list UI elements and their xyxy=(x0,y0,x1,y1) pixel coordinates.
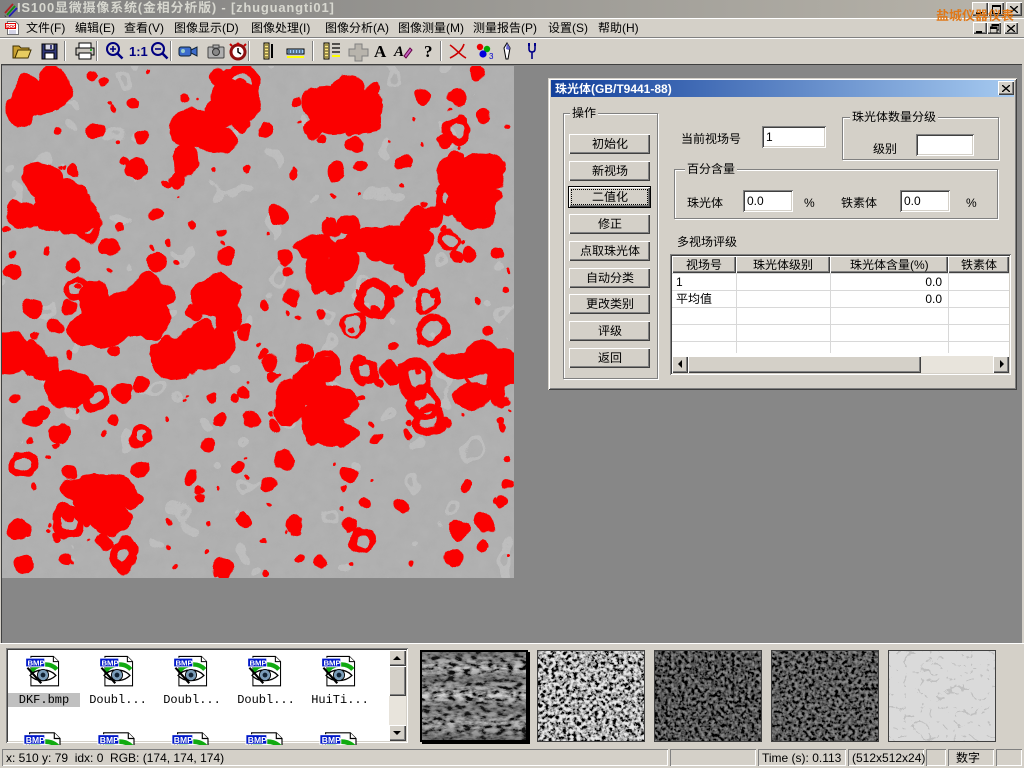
svg-text:(D): (D) xyxy=(222,21,239,35)
svg-text:BMP: BMP xyxy=(101,659,118,668)
svg-text:(I): (I) xyxy=(299,21,310,35)
svg-text:(F): (F) xyxy=(50,21,65,35)
svg-text:(E): (E) xyxy=(99,21,115,35)
svg-text:BMP: BMP xyxy=(175,659,192,668)
svg-text:3: 3 xyxy=(489,52,494,61)
svg-text:BMP: BMP xyxy=(322,735,341,745)
svg-text:(GB/T9441-88): (GB/T9441-88) xyxy=(591,82,672,96)
svg-text:(P): (P) xyxy=(521,21,537,35)
svg-text:BMP: BMP xyxy=(100,735,119,745)
svg-text:(S): (S) xyxy=(572,21,588,35)
svg-text:(V): (V) xyxy=(148,21,164,35)
svg-text:1:1: 1:1 xyxy=(129,44,148,59)
svg-text:(A): (A) xyxy=(373,21,389,35)
svg-text:DOC: DOC xyxy=(6,24,17,29)
svg-text:A: A xyxy=(374,42,387,61)
svg-text:A: A xyxy=(393,44,404,60)
svg-text:?: ? xyxy=(424,42,433,61)
svg-text:BMP: BMP xyxy=(323,659,340,668)
svg-text:(M): (M) xyxy=(446,21,464,35)
svg-text:(: ( xyxy=(138,1,143,15)
svg-text:) - [zhuguangti01]: ) - [zhuguangti01] xyxy=(212,1,335,15)
svg-text:(%): (%) xyxy=(910,258,929,272)
svg-text:(H): (H) xyxy=(622,21,639,35)
svg-text:BMP: BMP xyxy=(174,735,193,745)
svg-text:BMP: BMP xyxy=(27,659,44,668)
svg-text:IS100: IS100 xyxy=(17,1,55,15)
svg-text:BMP: BMP xyxy=(248,735,267,745)
svg-text:BMP: BMP xyxy=(249,659,266,668)
svg-text:BMP: BMP xyxy=(26,735,45,745)
